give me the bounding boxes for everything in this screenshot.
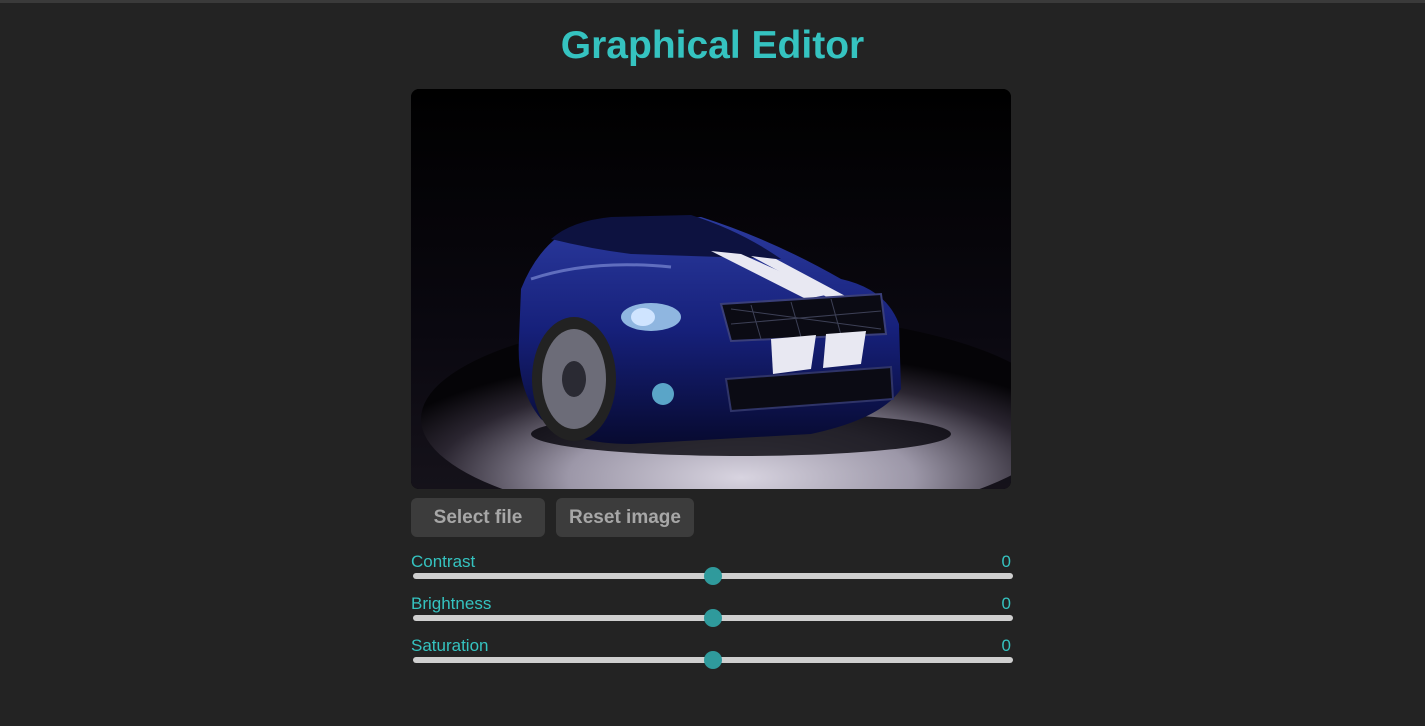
contrast-value: 0: [1001, 552, 1011, 571]
contrast-slider-thumb[interactable]: [704, 567, 722, 585]
window-top-edge: [0, 0, 1425, 3]
page-title: Graphical Editor: [560, 24, 865, 67]
select-file-button[interactable]: Select file: [411, 498, 545, 537]
saturation-slider-thumb[interactable]: [704, 651, 722, 669]
car-photo: [411, 89, 1011, 489]
brightness-value: 0: [1001, 594, 1011, 613]
reset-image-button[interactable]: Reset image: [556, 498, 694, 537]
image-canvas[interactable]: [411, 89, 1011, 489]
brightness-slider-thumb[interactable]: [704, 609, 722, 627]
saturation-value: 0: [1001, 636, 1011, 655]
saturation-label: Saturation: [411, 636, 489, 655]
brightness-label: Brightness: [411, 594, 492, 613]
saturation-slider[interactable]: [413, 651, 1013, 669]
contrast-slider-row: Contrast 0: [411, 552, 1013, 592]
brightness-slider[interactable]: [413, 609, 1013, 627]
contrast-slider[interactable]: [413, 567, 1013, 585]
contrast-label: Contrast: [411, 552, 476, 571]
saturation-slider-row: Saturation 0: [411, 636, 1013, 676]
brightness-slider-row: Brightness 0: [411, 594, 1013, 634]
